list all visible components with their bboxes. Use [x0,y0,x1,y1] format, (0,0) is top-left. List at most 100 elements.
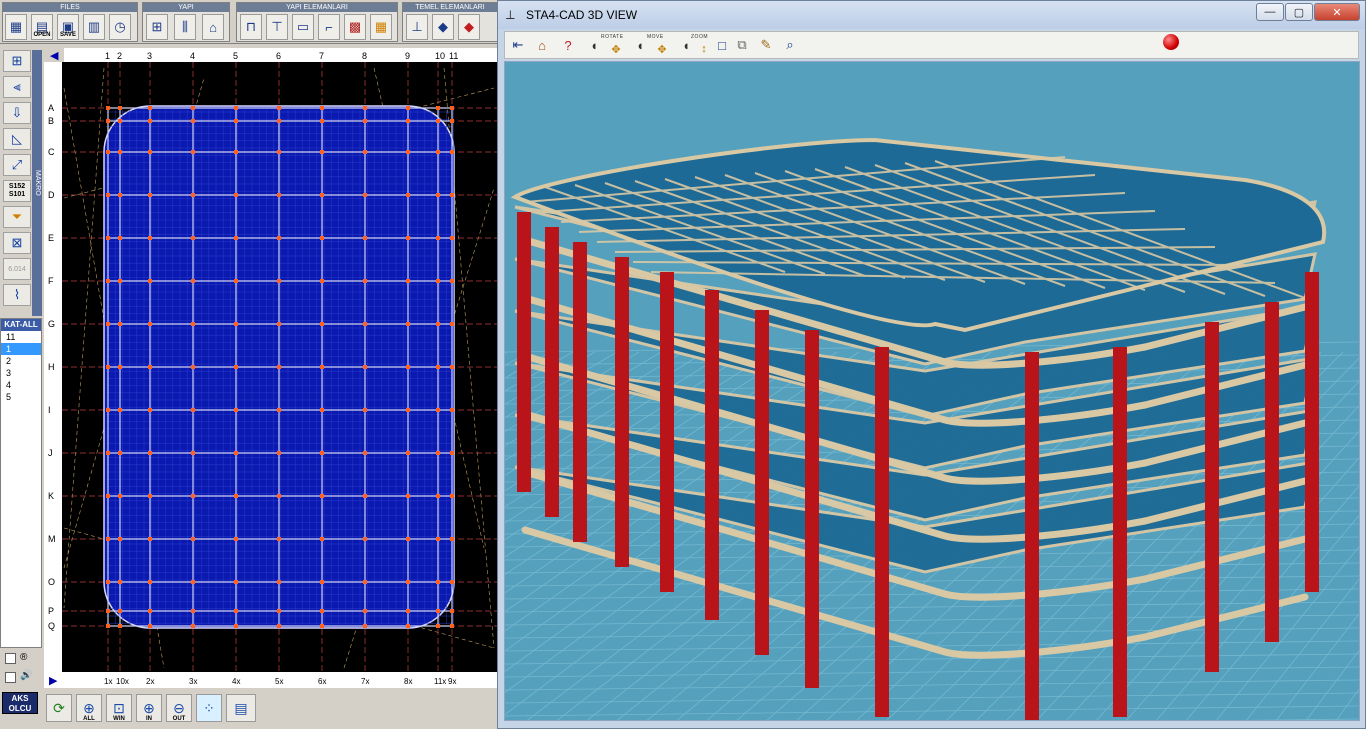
column-marker [406,451,410,455]
spring-button[interactable]: ⌇ [3,284,31,306]
rotate-arrows[interactable]: ✥ [605,38,627,60]
slab-button[interactable]: ▭ [292,14,314,40]
frame-button[interactable]: ⊞ [146,14,168,40]
3d-model-render[interactable] [505,62,1360,721]
minimize-button[interactable]: — [1256,3,1284,21]
plan-drawing[interactable]: ◀ ▶ 1 2 3 4 5 6 7 8 9 10 11 AB C D E F G H I J K M O PQ 1x 10x 2x 3x 4… [44,48,500,688]
folder-grid-button[interactable]: ▦ [5,14,27,40]
column-3d [573,242,587,542]
floor-item[interactable]: 3 [1,367,41,379]
column-marker [277,193,281,197]
column-marker [320,236,324,240]
draw-tool-button[interactable]: ◺ [3,128,31,150]
left-axis-label: C [48,147,55,157]
column-marker [106,150,110,154]
column-marker [406,322,410,326]
help-button[interactable]: ? [557,34,579,56]
zoom-in-button[interactable]: ⊕ IN [136,694,162,722]
column-marker [277,365,281,369]
maximize-button[interactable]: ▢ [1285,3,1313,21]
wireframe-button[interactable]: □ [711,34,733,56]
column-marker [406,236,410,240]
column-marker [191,322,195,326]
level-arrow-button[interactable]: ⇩ [3,102,31,124]
column-marker [406,609,410,613]
home-view-button[interactable]: ⌂ [531,34,553,56]
footing-icon: ⊥ [411,19,423,34]
structure-button[interactable]: ⌂ [202,14,224,40]
funnel-button[interactable]: ⏷ [3,206,31,228]
floor-item-selected[interactable]: 1 [1,343,41,355]
column-marker [234,451,238,455]
beam-button[interactable]: ⊓ [240,14,262,40]
right-arrow-icon: ▶ [49,675,58,687]
report-button[interactable]: ▥ [83,14,105,40]
floor-list-header[interactable]: KAT-ALL [1,319,41,331]
column-marker [450,106,454,110]
refresh-button[interactable]: ⟳ [46,694,72,722]
column-marker [106,494,110,498]
option-checkbox-2[interactable] [5,672,16,683]
axis-edit-button[interactable]: ⫷ [3,76,31,98]
makro-strip[interactable]: MAKRO [32,50,42,316]
column-marker [118,236,122,240]
layout-button[interactable]: ▤ [226,694,256,722]
section-button[interactable]: S152 S101 [3,180,31,202]
column-marker [436,193,440,197]
diamond-button[interactable]: ◆ [432,14,454,40]
record-indicator-icon[interactable] [1163,34,1179,50]
move-arrows-icon: ✥ [657,43,667,56]
column-3d [615,257,629,567]
copy-grid-button[interactable]: ⊠ [3,232,31,254]
column-frame-button[interactable]: ⫼ [174,14,196,40]
column-marker [118,365,122,369]
aks-olcu-button[interactable]: AKS OLCU [2,692,38,714]
column-button[interactable]: ⊤ [266,14,288,40]
3d-viewport[interactable] [504,61,1360,721]
close-button[interactable]: ✕ [1314,3,1360,21]
disabled-tool-button[interactable]: 6.014 [3,258,31,280]
floor-item[interactable]: 11 [1,331,41,343]
column-marker [118,451,122,455]
zoom-all-label: ALL [83,716,95,722]
snap-grid-button[interactable]: ⁘ [196,694,222,722]
zoom-window-button[interactable]: ⊡ WIN [106,694,132,722]
paint-button[interactable]: ✎ [755,34,777,56]
floor-item[interactable]: 4 [1,379,41,391]
column-marker [191,119,195,123]
stair-button[interactable]: ⌐ [318,14,340,40]
plan-grid-button[interactable]: ⊞ [3,50,31,72]
3d-view-titlebar[interactable]: ⟂ STA4-CAD 3D VIEW — ▢ ✕ [498,1,1365,29]
clock-file-button[interactable]: ◷ [109,14,131,40]
column-marker [234,537,238,541]
floor-item[interactable]: 2 [1,355,41,367]
exit-view-button[interactable]: ⇤ [507,34,529,56]
footing-button[interactable]: ⊥ [406,14,428,40]
snap-grid-icon: ⁘ [203,699,215,716]
zoom-out-button[interactable]: ⊖ OUT [166,694,192,722]
move-arrows[interactable]: ✥ [651,38,673,60]
column-marker [234,408,238,412]
wall-button[interactable]: ▩ [344,14,366,40]
grid-pattern-button[interactable]: ▦ [370,14,392,40]
copy-view-button[interactable]: ⧉ [731,34,753,56]
dimension-button[interactable]: ⤢ [3,154,31,176]
sound-icon: 🔊 [20,670,33,681]
left-arrow-icon: ◀ [50,50,59,62]
top-axis-label: 2 [117,51,122,61]
zoom-all-button[interactable]: ⊕ ALL [76,694,102,722]
yapi-group: YAPI ⊞ ⫼ ⌂ [142,2,230,42]
zoom-extents-button[interactable]: ⌕ [779,34,801,56]
option-checkbox-1[interactable] [5,653,16,664]
open-button[interactable]: ▤ OPEN [31,14,53,40]
column-marker [234,624,238,628]
column-marker [191,365,195,369]
plan-view[interactable]: ◀ ▶ 1 2 3 4 5 6 7 8 9 10 11 A B C D E F G H I J K M O P Q 1x 10x 2x 3x 4… [44,48,500,688]
save-button[interactable]: ▣ SAVE [57,14,79,40]
column-marker [106,580,110,584]
top-axis-label: 9 [405,51,410,61]
column-marker [277,119,281,123]
column-marker [320,624,324,628]
diamond-red-button[interactable]: ◆ [458,14,480,40]
floor-item[interactable]: 5 [1,391,41,403]
